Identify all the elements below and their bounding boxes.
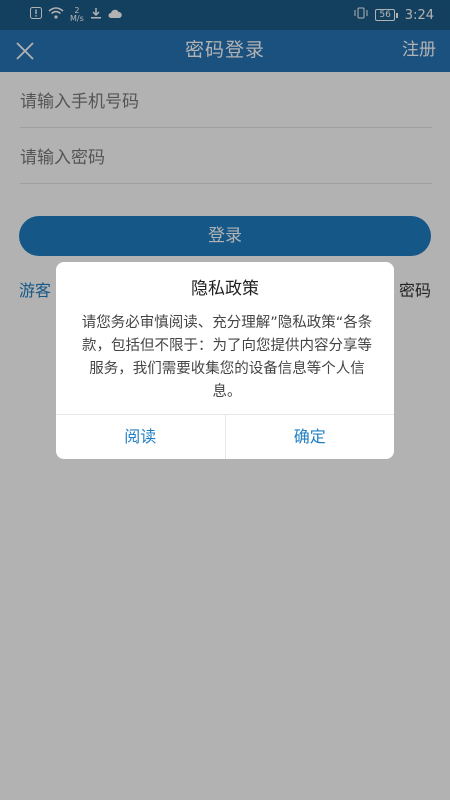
dialog-body: 请您务必审慎阅读、充分理解”隐私政策“各条款，包括但不限于：为了向您提供内容分享… (81, 315, 373, 400)
read-button[interactable]: 阅读 (56, 415, 225, 459)
privacy-dialog: 隐私政策 请您务必审慎阅读、充分理解”隐私政策“各条款，包括但不限于：为了向您提… (56, 262, 394, 459)
confirm-button[interactable]: 确定 (224, 415, 395, 459)
dialog-actions: 阅读 确定 (56, 414, 394, 459)
dialog-title: 隐私政策 (191, 279, 259, 299)
